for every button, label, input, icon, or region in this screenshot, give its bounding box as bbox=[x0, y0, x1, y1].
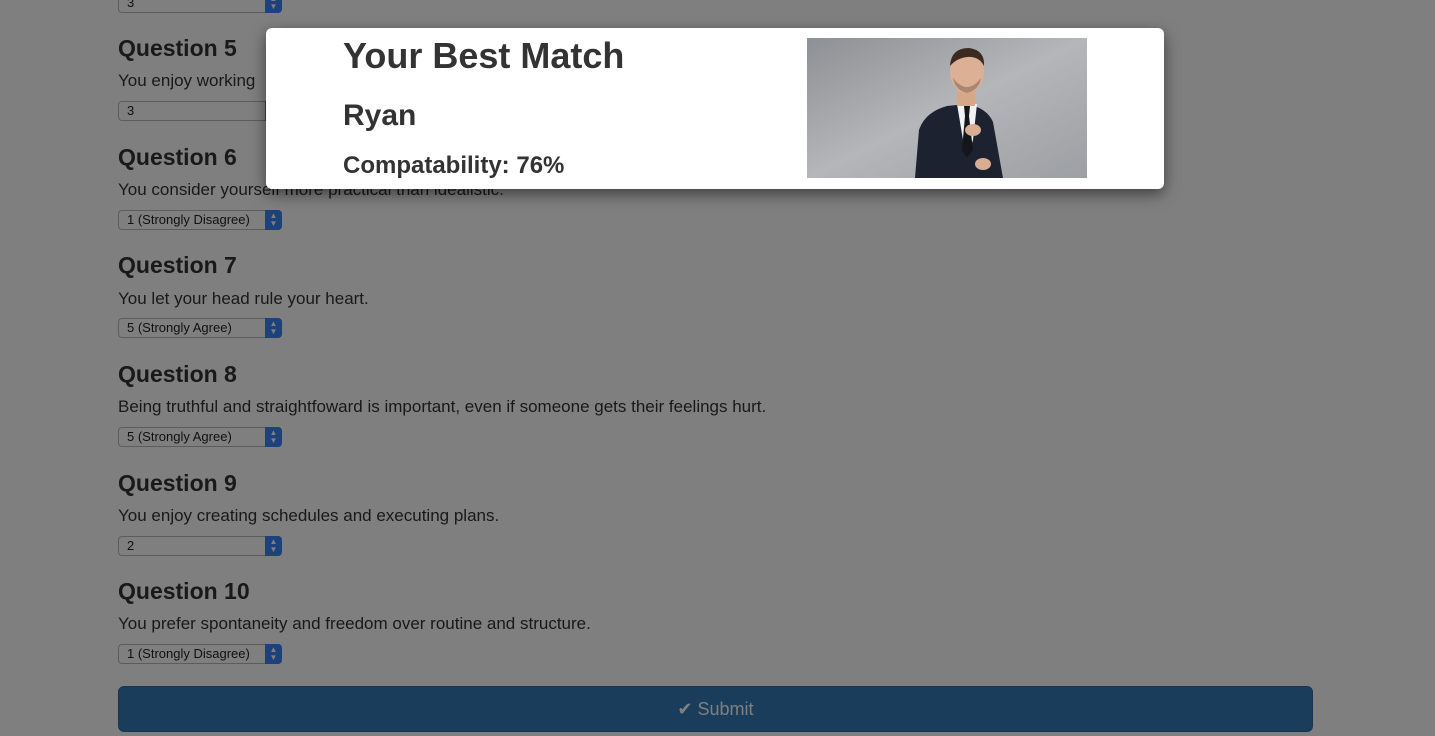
compatibility-score: Compatability: 76% bbox=[343, 152, 565, 179]
match-name: Ryan bbox=[343, 99, 417, 132]
modal-title: Your Best Match bbox=[343, 35, 625, 76]
best-match-modal: Your Best Match Ryan Compatability: 76% bbox=[266, 28, 1164, 189]
match-photo bbox=[807, 38, 1087, 178]
